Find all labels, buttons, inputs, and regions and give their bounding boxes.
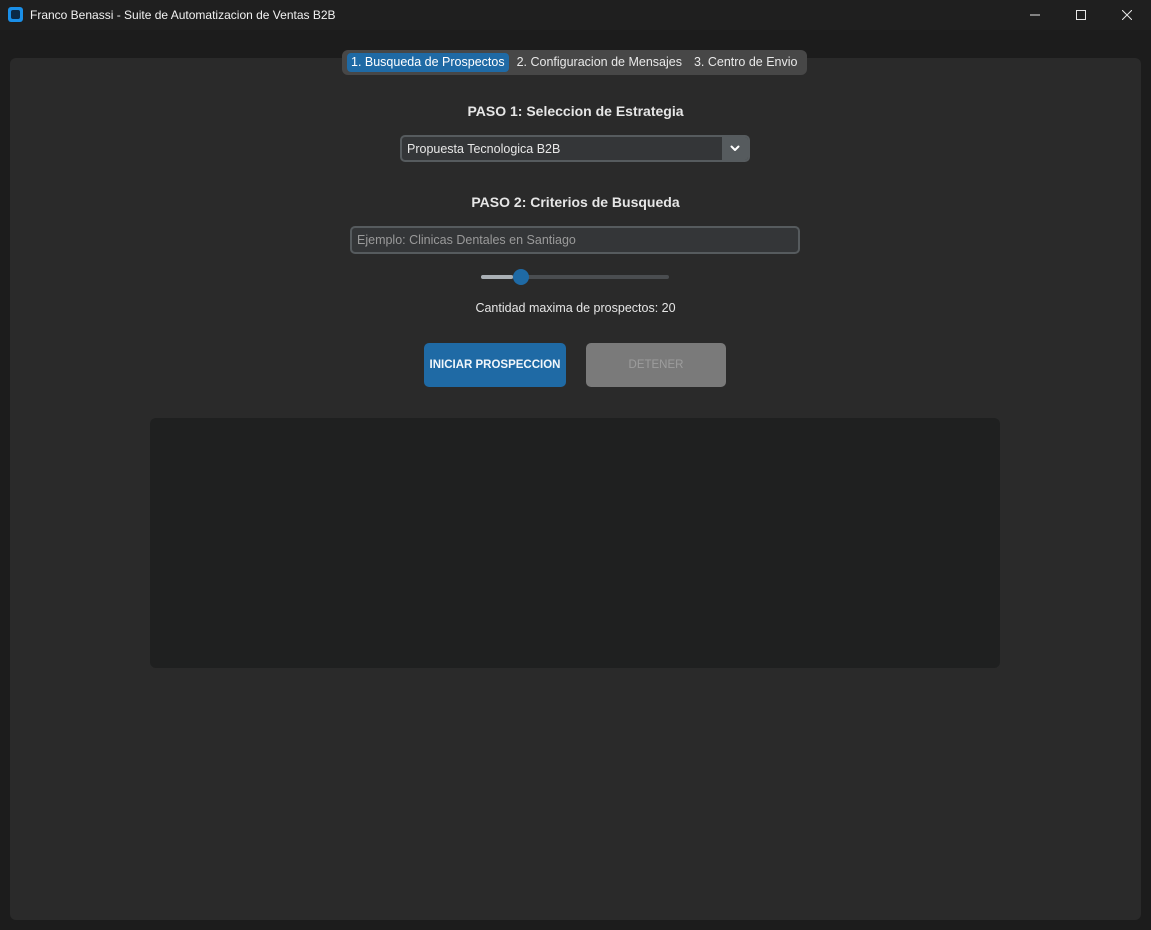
strategy-selected-value: Propuesta Tecnologica B2B [407,142,561,156]
start-prospecting-button[interactable]: INICIAR PROSPECCION [424,343,566,387]
title-bar[interactable]: Franco Benassi - Suite de Automatizacion… [0,0,1151,30]
close-button[interactable] [1104,0,1150,30]
slider-fill [481,275,513,279]
chevron-down-icon [730,145,740,151]
stop-button[interactable]: DETENER [586,343,726,387]
log-output-area [150,418,1000,668]
step2-title: PASO 2: Criterios de Busqueda [471,194,680,210]
app-icon [8,7,23,22]
step1-title: PASO 1: Seleccion de Estrategia [467,103,684,119]
close-icon [1122,10,1132,20]
strategy-combobox[interactable]: Propuesta Tecnologica B2B [400,135,750,162]
tab-bar: 1. Busqueda de Prospectos 2. Configuraci… [342,50,807,75]
maximize-button[interactable] [1058,0,1104,30]
max-prospects-slider[interactable] [481,269,669,285]
search-criteria-input[interactable] [350,226,800,254]
window-title: Franco Benassi - Suite de Automatizacion… [30,8,336,22]
max-prospects-label: Cantidad maxima de prospectos: 20 [475,301,676,315]
maximize-icon [1076,10,1086,20]
dropdown-arrow-button[interactable] [722,137,748,160]
minimize-button[interactable] [1012,0,1058,30]
tab-busqueda-prospectos[interactable]: 1. Busqueda de Prospectos [347,53,509,72]
tab-centro-envio[interactable]: 3. Centro de Envio [690,53,802,72]
app-window: Franco Benassi - Suite de Automatizacion… [0,0,1151,930]
tab-configuracion-mensajes[interactable]: 2. Configuracion de Mensajes [513,53,686,72]
slider-thumb[interactable] [513,269,529,285]
minimize-icon [1030,14,1040,16]
